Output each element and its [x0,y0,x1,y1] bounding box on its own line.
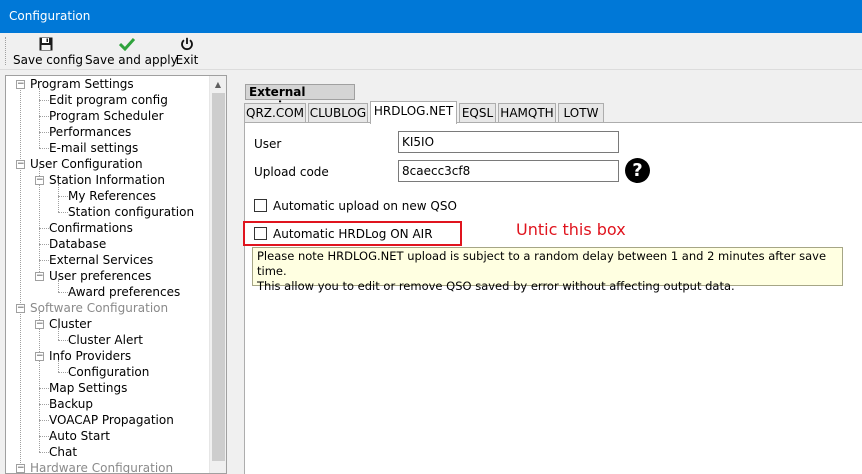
question-mark-icon[interactable]: ? [625,158,650,183]
tree-item-info-providers[interactable]: Info Providers [49,348,131,364]
tree-item-chat[interactable]: Chat [49,444,77,460]
tree-item-performances[interactable]: Performances [49,124,131,140]
collapse-toggle[interactable]: − [35,320,44,329]
tree-item-cluster[interactable]: Cluster [49,316,92,332]
tree-item-hardware-configuration[interactable]: Hardware Configuration [30,460,173,473]
tree-item-program-scheduler[interactable]: Program Scheduler [49,108,164,124]
info-note-line-1: Please note HRDLOG.NET upload is subject… [257,249,827,278]
annotation-text: Untic this box [516,220,626,239]
tree-item-user-configuration[interactable]: User Configuration [30,156,143,172]
window-title: Configuration [9,9,91,23]
auto-upload-checkbox-label: Automatic upload on new QSO [273,199,457,213]
tree-item-voacap-propagation[interactable]: VOACAP Propagation [49,412,174,428]
tree-item-email-settings[interactable]: E-mail settings [49,140,138,156]
annotation-highlight-box [243,221,462,246]
tree-scrollbar[interactable]: ▲ [209,76,226,473]
tree-item-database[interactable]: Database [49,236,106,252]
tree-item-backup[interactable]: Backup [49,396,93,412]
title-bar: Configuration [0,0,862,33]
tab-eqsl[interactable]: EQSL [459,103,496,123]
tree-item-map-settings[interactable]: Map Settings [49,380,127,396]
toolbar: Save config Save and apply Exit [0,33,862,70]
tree-item-software-configuration[interactable]: Software Configuration [30,300,168,316]
exit-button[interactable]: Exit [174,35,200,68]
tree-item-cluster-alert[interactable]: Cluster Alert [68,332,143,348]
collapse-toggle[interactable]: − [16,160,25,169]
tree-item-confirmations[interactable]: Confirmations [49,220,133,236]
tree-item-my-references[interactable]: My References [68,188,156,204]
user-field[interactable]: KI5IO [398,131,619,153]
upload-code-label: Upload code [254,165,329,179]
floppy-disk-icon [39,37,53,51]
save-config-label: Save config [13,53,83,67]
user-label: User [254,137,282,151]
tab-clublog[interactable]: CLUBLOG [308,103,368,123]
save-and-apply-label: Save and apply [85,53,178,67]
tree-item-station-information[interactable]: Station Information [49,172,165,188]
collapse-toggle[interactable]: − [35,352,44,361]
tree-item-program-settings[interactable]: Program Settings [30,76,134,92]
upload-code-field[interactable]: 8caecc3cf8 [398,160,619,182]
settings-tree[interactable]: − − − − − − − − Program Settings Edit pr… [5,75,227,474]
scroll-up-arrow-icon[interactable]: ▲ [210,76,226,93]
tab-lotw[interactable]: LOTW [558,103,604,123]
info-note: Please note HRDLOG.NET upload is subject… [252,247,843,293]
tab-hrdlog-net[interactable]: HRDLOG.NET [370,101,457,124]
tree-item-award-preferences[interactable]: Award preferences [68,284,180,300]
toolbar-grip [5,37,7,65]
tab-hamqth[interactable]: HAMQTH [498,103,556,123]
collapse-toggle[interactable]: − [35,272,44,281]
tree-item-configuration[interactable]: Configuration [68,364,149,380]
exit-label: Exit [175,53,199,67]
auto-upload-checkbox-row[interactable]: Automatic upload on new QSO [254,198,474,214]
group-title: External services [245,84,355,113]
tree-item-auto-start[interactable]: Auto Start [49,428,110,444]
save-and-apply-button[interactable]: Save and apply [85,35,178,68]
collapse-toggle[interactable]: − [16,80,25,89]
check-mark-icon [119,37,135,51]
collapse-toggle[interactable]: − [35,176,44,185]
tree-item-user-preferences[interactable]: User preferences [49,268,151,284]
collapse-toggle[interactable]: − [16,464,25,473]
collapse-toggle[interactable]: − [16,304,25,313]
auto-upload-checkbox[interactable] [254,199,267,212]
info-note-line-2: This allow you to edit or remove QSO sav… [257,279,735,293]
tab-qrz-com[interactable]: QRZ.COM [244,103,306,123]
tree-item-edit-program-config[interactable]: Edit program config [49,92,168,108]
scrollbar-thumb[interactable] [212,93,225,461]
save-config-button[interactable]: Save config [13,35,83,68]
tree-item-external-services[interactable]: External Services [49,252,153,268]
tree-item-station-configuration[interactable]: Station configuration [68,204,194,220]
power-icon [181,37,193,51]
